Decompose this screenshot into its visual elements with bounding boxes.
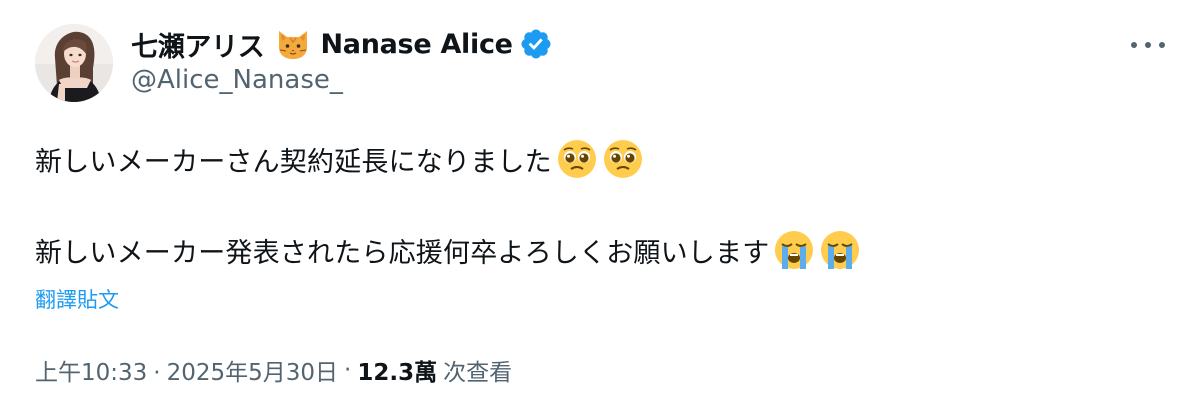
- meta-separator: ·: [153, 360, 161, 386]
- views-label: 次查看: [443, 360, 513, 386]
- tweet-text-line-2: 新しいメーカー発表されたら応援何卒よろしくお願いします: [35, 229, 861, 271]
- loudly-crying-face-icon: [819, 229, 861, 271]
- more-options-icon[interactable]: [1118, 28, 1178, 62]
- views-count: 12.3萬: [357, 360, 438, 386]
- display-name[interactable]: 七瀬アリス: [131, 25, 265, 64]
- author-handle[interactable]: @Alice_Nanase_: [131, 65, 343, 95]
- pleading-face-icon: [602, 138, 644, 180]
- tweet-text-line-2-text: 新しいメーカー発表されたら応援何卒よろしくお願いします: [35, 237, 770, 269]
- tweet-text-line-1: 新しいメーカーさん契約延長になりました: [35, 138, 644, 180]
- tweet-date: 2025年5月30日: [166, 360, 339, 386]
- tweet-meta: 上午10:33 · 2025年5月30日 · 12.3萬 次查看: [35, 352, 512, 388]
- verified-badge-icon[interactable]: [519, 27, 553, 61]
- translate-post-link[interactable]: 翻譯貼文: [35, 284, 119, 314]
- avatar[interactable]: [35, 24, 113, 102]
- author-name-row: 七瀬アリス Nanase Alice: [131, 24, 553, 64]
- display-name-en[interactable]: Nanase Alice: [321, 29, 513, 60]
- pleading-face-icon: [556, 138, 598, 180]
- avatar-image: [35, 24, 113, 102]
- meta-separator: ·: [344, 357, 352, 383]
- cat-face-icon: [275, 27, 311, 61]
- tweet-time-link[interactable]: 上午10:33 · 2025年5月30日: [35, 353, 338, 387]
- tweet-text-line-1-text: 新しいメーカーさん契約延長になりました: [35, 146, 552, 178]
- loudly-crying-face-icon: [773, 229, 815, 271]
- tweet: 七瀬アリス Nanase Alice @Alice_Nanase_ 新しいメーカ…: [0, 0, 1190, 404]
- tweet-time: 上午10:33: [35, 360, 148, 386]
